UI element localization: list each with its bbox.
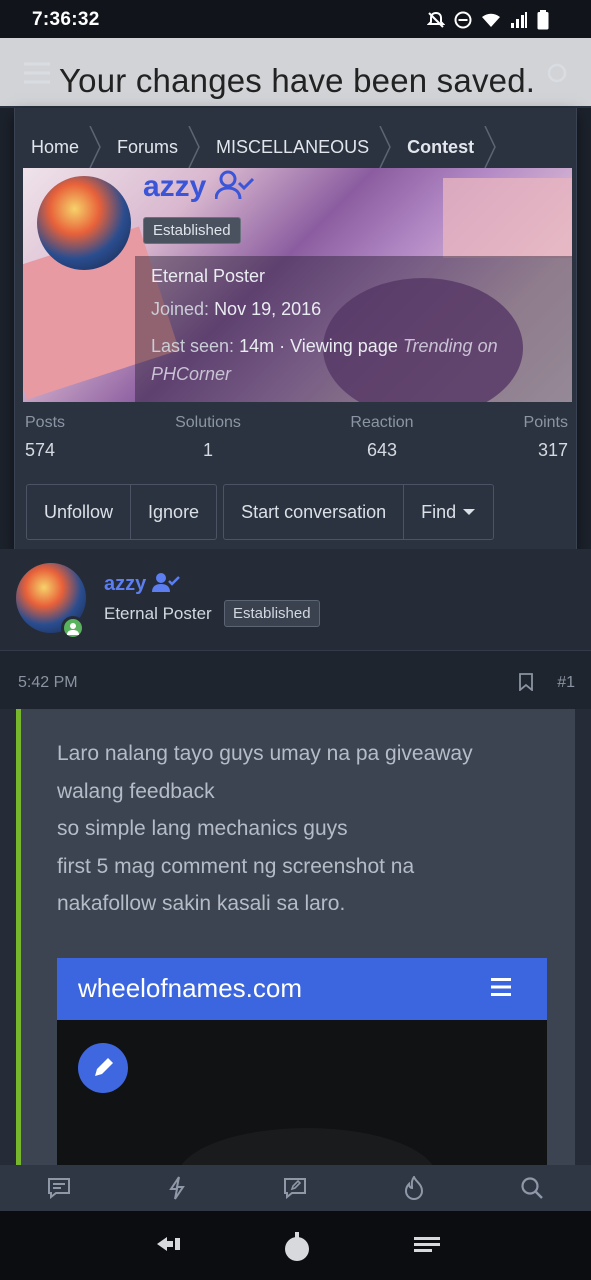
member-tooltip: Home Forums MISCELLANEOUS Contest azzy E… xyxy=(14,108,577,550)
stat-label: Reaction xyxy=(350,414,414,431)
bottom-nav xyxy=(0,1165,591,1211)
wifi-icon xyxy=(482,13,500,27)
post-line: nakafollow sakin kasali sa laro. xyxy=(57,892,346,915)
stat-points[interactable]: Points 317 xyxy=(524,414,568,461)
embed-header: wheelofnames.com xyxy=(57,958,547,1020)
joined-label: Joined: xyxy=(151,299,210,319)
toast-message: Your changes have been saved. xyxy=(59,62,536,99)
stat-value: 1 xyxy=(202,440,213,460)
post-line: walang feedback xyxy=(57,779,215,803)
breadcrumb-contest[interactable]: Contest xyxy=(391,126,496,168)
post-image[interactable]: wheelofnames.com xyxy=(57,958,547,1228)
breadcrumb-label: MISCELLANEOUS xyxy=(216,136,370,157)
post-line: so simple lang mechanics guys xyxy=(57,817,348,840)
joined-value: Nov 19, 2016 xyxy=(214,299,322,319)
user-check-icon xyxy=(151,573,180,592)
user-check-icon xyxy=(214,170,254,200)
embed-site: wheelofnames.com xyxy=(78,973,302,1003)
online-status-icon xyxy=(61,616,85,640)
ignore-button[interactable]: Ignore xyxy=(131,485,216,539)
author-name[interactable]: azzy xyxy=(104,572,180,596)
search-icon[interactable] xyxy=(519,1175,545,1201)
system-nav-bar xyxy=(0,1211,591,1280)
post-line: first 5 mag comment ng screenshot na xyxy=(57,854,415,878)
profile-title: Eternal Poster xyxy=(151,266,266,286)
chevron-right-icon xyxy=(89,126,101,168)
last-seen-label: Last seen: xyxy=(151,336,235,356)
status-icons xyxy=(427,10,549,30)
thread-content: azzy Eternal Poster Established 5:42 PM … xyxy=(0,549,591,1228)
battery-icon xyxy=(537,10,549,30)
caret-down-icon xyxy=(463,509,476,515)
stat-label: Solutions xyxy=(175,414,241,431)
breadcrumb-miscellaneous[interactable]: MISCELLANEOUS xyxy=(200,126,391,168)
breadcrumb: Home Forums MISCELLANEOUS Contest xyxy=(15,126,496,168)
stat-value: 643 xyxy=(366,440,398,460)
post-number[interactable]: #1 xyxy=(557,674,575,692)
chevron-right-icon xyxy=(188,126,200,168)
post-text: Laro nalang tayo guys umay na pa giveawa… xyxy=(57,735,473,923)
post-line: Laro nalang tayo guys umay na pa giveawa… xyxy=(57,742,473,765)
stat-label: Points xyxy=(523,414,568,431)
stat-value: 317 xyxy=(537,440,568,460)
status-time: 7:36:32 xyxy=(32,9,100,30)
profile-name[interactable]: azzy xyxy=(143,170,255,204)
breadcrumb-label: Home xyxy=(31,136,80,157)
author-title: Eternal Poster xyxy=(104,604,212,623)
breadcrumb-home[interactable]: Home xyxy=(15,126,101,168)
profile-joined: Joined: Nov 19, 2016 xyxy=(151,299,321,320)
post-author: azzy Eternal Poster Established xyxy=(0,549,591,651)
find-label: Find xyxy=(421,501,457,522)
notifications-off-icon xyxy=(427,11,445,28)
profile-name-text: azzy xyxy=(143,170,207,203)
author-name-text: azzy xyxy=(104,573,147,595)
profile-badge: Established xyxy=(143,217,241,244)
status-bar: 7:36:32 xyxy=(0,0,591,38)
stat-label: Posts xyxy=(25,414,66,431)
profile-banner: azzy Established Eternal Poster Joined: … xyxy=(23,168,572,402)
conversation-find-group: Start conversation Find xyxy=(223,484,495,540)
dnd-icon xyxy=(454,11,472,29)
bookmark-icon[interactable] xyxy=(519,673,533,691)
profile-stats: Posts 574 Solutions 1 Reaction 643 Point… xyxy=(25,414,568,470)
whats-new-icon[interactable] xyxy=(164,1175,190,1201)
profile-actions: Unfollow Ignore Start conversation Find xyxy=(26,484,495,540)
stat-value: 574 xyxy=(25,440,56,460)
signal-icon xyxy=(511,12,527,28)
chevron-right-icon xyxy=(484,126,496,168)
saved-toast: Your changes have been saved. xyxy=(0,38,591,106)
last-seen-value: 14m · Viewing page xyxy=(239,336,398,356)
trending-icon[interactable] xyxy=(401,1175,427,1201)
chevron-right-icon xyxy=(379,126,391,168)
breadcrumb-label: Forums xyxy=(117,136,179,157)
post-time[interactable]: 5:42 PM xyxy=(18,674,78,692)
recents-icon[interactable] xyxy=(412,1233,442,1255)
edit-icon xyxy=(78,1043,128,1093)
post-meta: 5:42 PM #1 xyxy=(0,651,591,709)
find-dropdown-button[interactable]: Find xyxy=(404,485,493,539)
stat-reaction[interactable]: Reaction 643 xyxy=(345,414,419,461)
stat-solutions[interactable]: Solutions 1 xyxy=(171,414,245,461)
breadcrumb-forums[interactable]: Forums xyxy=(101,126,200,168)
profile-avatar[interactable] xyxy=(37,176,131,270)
profile-last-seen: Last seen: 14m · Viewing page Trending o… xyxy=(151,332,551,388)
author-badge: Established xyxy=(224,600,320,627)
follow-ignore-group: Unfollow Ignore xyxy=(26,484,218,540)
post-message: Laro nalang tayo guys umay na pa giveawa… xyxy=(16,709,575,1228)
forums-icon[interactable] xyxy=(46,1175,72,1201)
back-icon[interactable] xyxy=(155,1233,183,1255)
stat-posts[interactable]: Posts 574 xyxy=(25,414,65,461)
post-body: Laro nalang tayo guys umay na pa giveawa… xyxy=(16,709,575,1228)
home-icon[interactable] xyxy=(284,1230,310,1262)
menu-icon xyxy=(491,978,511,996)
new-post-icon[interactable] xyxy=(282,1175,308,1201)
unfollow-button[interactable]: Unfollow xyxy=(27,485,132,539)
start-conversation-button[interactable]: Start conversation xyxy=(224,485,405,539)
breadcrumb-label: Contest xyxy=(407,136,475,157)
